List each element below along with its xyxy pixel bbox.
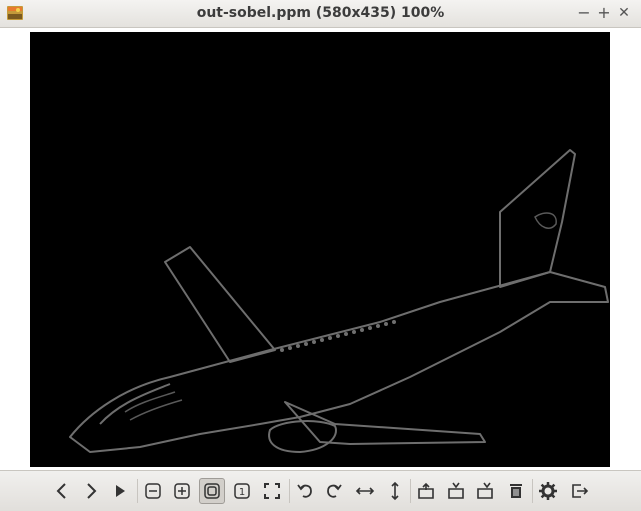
bottom-toolbar: 1 [0,470,641,511]
zoom-fit-icon [204,483,220,499]
fullscreen-button[interactable] [259,478,285,504]
next-button[interactable] [78,478,104,504]
zoom-fit-button[interactable] [199,478,225,504]
rotate-right-icon [327,484,342,498]
rotate-right-button[interactable] [321,478,347,504]
toolbar-separator [410,479,411,503]
exit-icon [572,484,589,498]
flip-horizontal-icon [355,487,375,495]
window-title: out-sobel.ppm (580x435) 100% [196,5,445,21]
zoom-original-button[interactable]: 1 [229,478,255,504]
zoom-in-icon [174,483,190,499]
title-bar: out-sobel.ppm (580x435) 100% − + ✕ [0,0,641,28]
flip-horizontal-button[interactable] [352,478,378,504]
save-as-button[interactable] [472,478,498,504]
maximize-button[interactable]: + [594,3,614,23]
toolbar-separator [137,479,138,503]
close-button[interactable]: ✕ [614,3,634,23]
settings-button[interactable] [535,478,561,504]
save-as-icon [477,482,493,499]
delete-button[interactable] [503,478,529,504]
toolbar-separator [289,479,290,503]
flip-vertical-button[interactable] [382,478,408,504]
image-display[interactable] [30,32,610,467]
toolbar-separator [532,479,533,503]
rotate-left-icon [297,484,312,498]
zoom-in-button[interactable] [169,478,195,504]
open-button[interactable] [413,478,439,504]
zoom-out-button[interactable] [140,478,166,504]
minimize-button[interactable]: − [574,3,594,23]
previous-button[interactable] [49,478,75,504]
fullscreen-icon [264,483,280,499]
exit-button[interactable] [566,478,592,504]
image-viewport[interactable] [0,28,641,470]
slideshow-play-icon [116,485,125,497]
flip-vertical-icon [391,481,399,501]
svg-text:1: 1 [239,487,245,498]
delete-icon [510,484,522,498]
airplane-edge-image [69,149,609,453]
zoom-original-icon: 1 [234,483,250,499]
zoom-out-icon [145,483,161,499]
save-button[interactable] [443,478,469,504]
open-icon [418,482,434,499]
next-icon [87,483,97,499]
save-icon [448,482,464,499]
settings-gear-icon [539,482,557,500]
slideshow-button[interactable] [107,478,133,504]
rotate-left-button[interactable] [292,478,318,504]
previous-icon [56,483,66,499]
